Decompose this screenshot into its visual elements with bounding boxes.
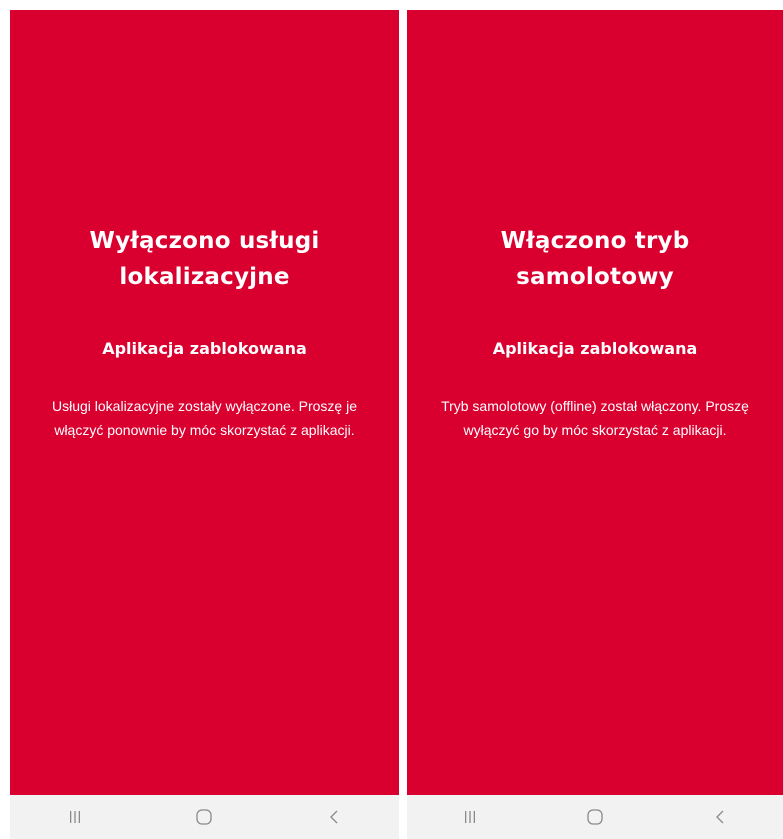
blocked-panel: Włączono tryb samolotowy Aplikacja zablo… (407, 10, 783, 795)
location-disabled-screen: Wyłączono usługi lokalizacyjne Aplikacja… (10, 10, 399, 839)
screenshot-composite: Wyłączono usługi lokalizacyjne Aplikacja… (0, 0, 783, 839)
back-icon (716, 810, 724, 824)
home-icon (587, 809, 603, 825)
screen-subtitle: Aplikacja zablokowana (492, 339, 698, 358)
screen-title: Włączono tryb samolotowy (500, 228, 690, 290)
recent-apps-icon (69, 811, 80, 823)
screen-message: Usługi lokalizacyjne zostały wyłączone. … (51, 398, 358, 438)
system-navbar (407, 795, 783, 839)
recent-apps-button[interactable] (440, 795, 500, 839)
airplane-mode-screen: Włączono tryb samolotowy Aplikacja zablo… (407, 10, 783, 839)
system-navbar (10, 795, 399, 839)
screen-message: Tryb samolotowy (offline) został włączon… (441, 398, 749, 438)
recent-apps-icon (464, 811, 475, 823)
back-button[interactable] (690, 795, 750, 839)
screen-title: Wyłączono usługi lokalizacyjne (89, 228, 320, 290)
home-button[interactable] (174, 795, 234, 839)
home-button[interactable] (565, 795, 625, 839)
home-icon (196, 809, 213, 825)
blocked-panel: Wyłączono usługi lokalizacyjne Aplikacja… (10, 10, 399, 795)
back-button[interactable] (304, 795, 364, 839)
screen-subtitle: Aplikacja zablokowana (102, 339, 307, 358)
back-icon (330, 810, 338, 824)
recent-apps-button[interactable] (45, 795, 105, 839)
